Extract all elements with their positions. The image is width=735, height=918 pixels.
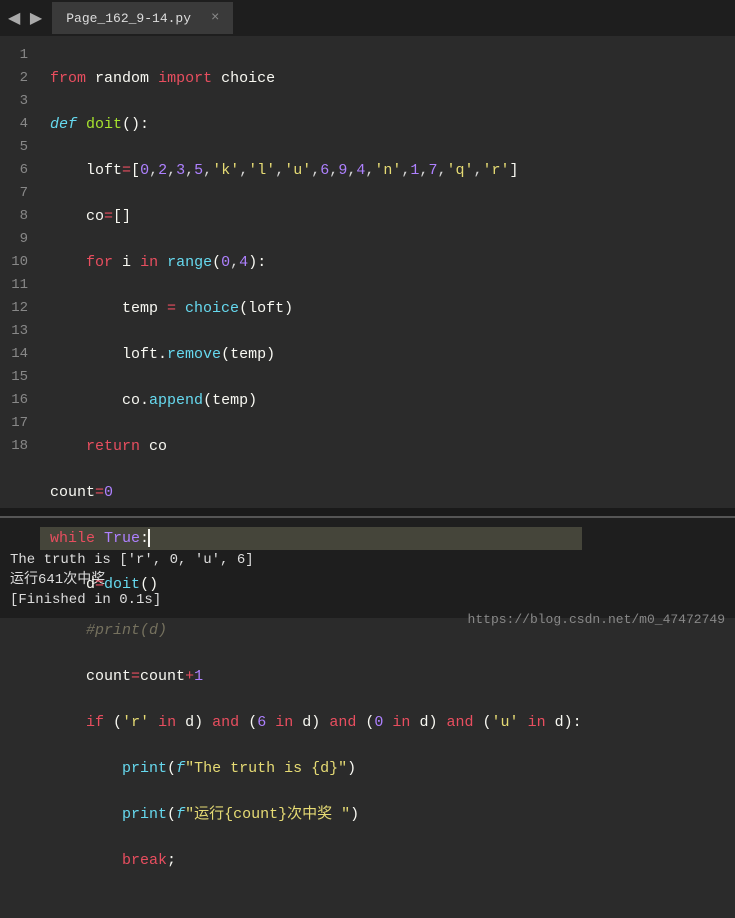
line-number: 9 bbox=[8, 228, 28, 251]
close-icon[interactable]: × bbox=[211, 10, 219, 26]
line-number: 1 bbox=[8, 44, 28, 67]
line-number: 5 bbox=[8, 136, 28, 159]
code-area[interactable]: from random import choice def doit(): lo… bbox=[40, 36, 582, 508]
line-number: 11 bbox=[8, 274, 28, 297]
line-number: 16 bbox=[8, 389, 28, 412]
line-number: 3 bbox=[8, 90, 28, 113]
line-number: 7 bbox=[8, 182, 28, 205]
code-editor[interactable]: 1 2 3 4 5 6 7 8 9 10 11 12 13 14 15 16 1… bbox=[0, 36, 735, 516]
line-number: 2 bbox=[8, 67, 28, 90]
line-number: 15 bbox=[8, 366, 28, 389]
line-number: 13 bbox=[8, 320, 28, 343]
line-number: 12 bbox=[8, 297, 28, 320]
line-number: 10 bbox=[8, 251, 28, 274]
titlebar: ◀ ▶ Page_162_9-14.py × bbox=[0, 0, 735, 36]
nav-arrows[interactable]: ◀ ▶ bbox=[8, 8, 42, 28]
line-number: 4 bbox=[8, 113, 28, 136]
tab-filename: Page_162_9-14.py bbox=[66, 11, 191, 26]
line-number: 14 bbox=[8, 343, 28, 366]
line-number: 18 bbox=[8, 435, 28, 458]
watermark: https://blog.csdn.net/m0_47472749 bbox=[468, 612, 725, 627]
line-number: 17 bbox=[8, 412, 28, 435]
output-line: The truth is ['r', 0, 'u', 6] bbox=[10, 552, 254, 568]
line-number: 8 bbox=[8, 205, 28, 228]
line-gutter: 1 2 3 4 5 6 7 8 9 10 11 12 13 14 15 16 1… bbox=[0, 36, 40, 508]
line-number: 6 bbox=[8, 159, 28, 182]
text-cursor bbox=[148, 529, 150, 547]
file-tab[interactable]: Page_162_9-14.py × bbox=[52, 2, 233, 34]
